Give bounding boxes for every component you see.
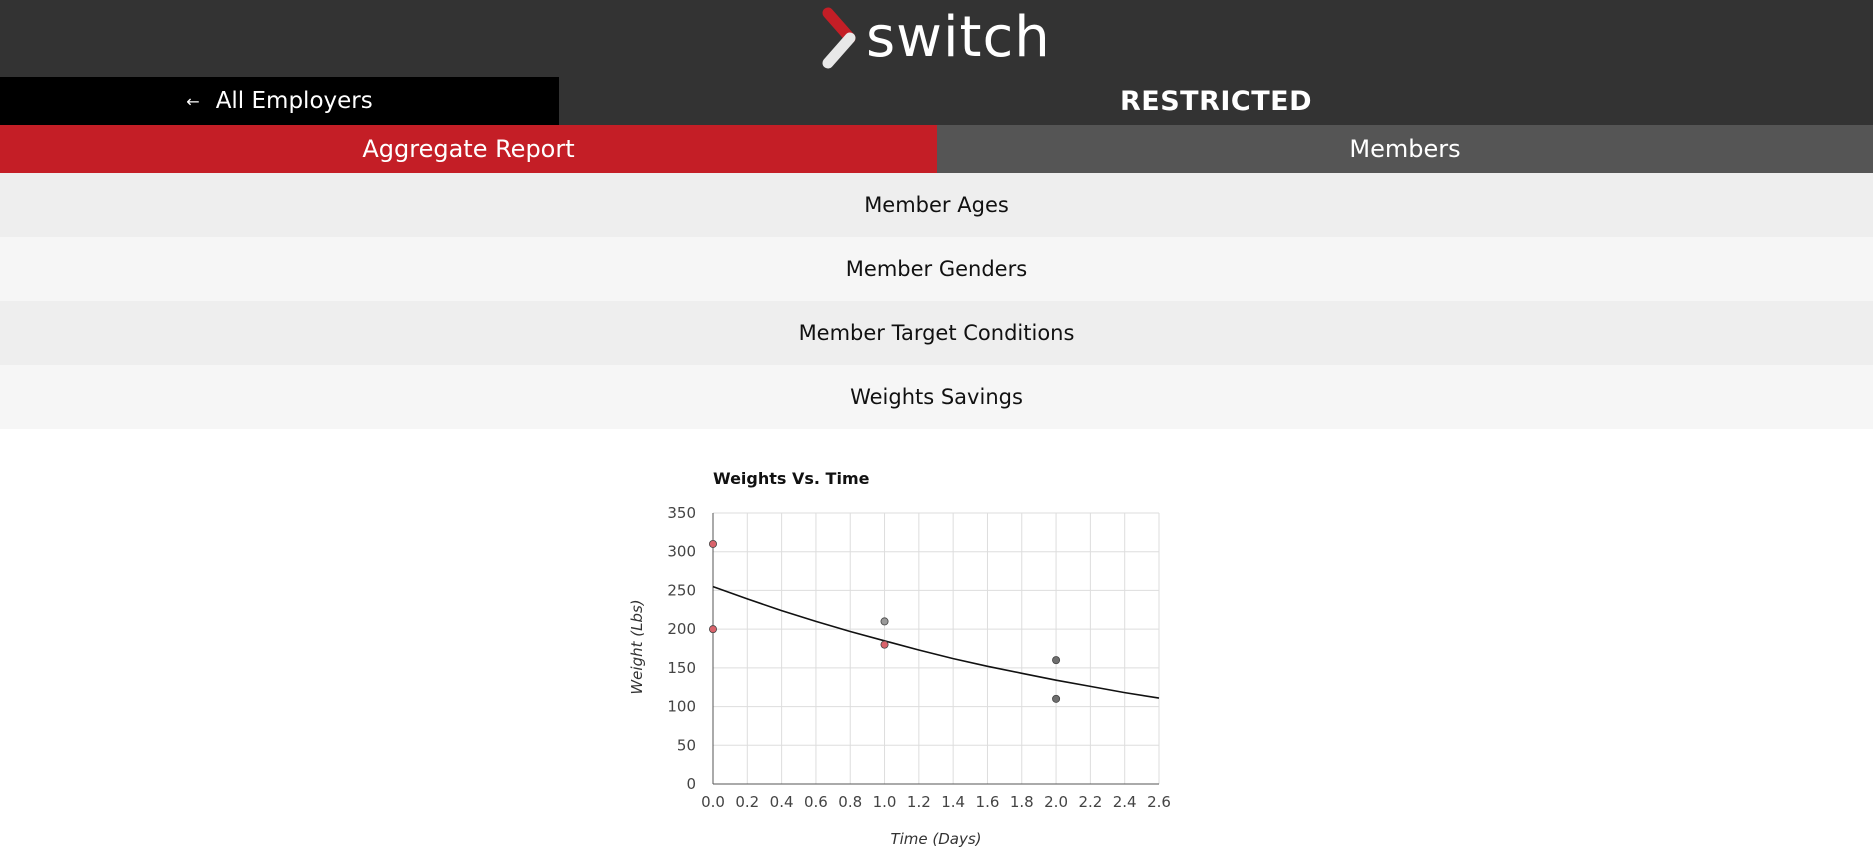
weights-chart: 0 50 100 150 200 250 300 350 0.0 0.2 0.4 0.6 0.8 1.0…: [600, 455, 1200, 863]
chart-title: Weights Vs. Time: [713, 469, 870, 488]
chart-axes: [712, 513, 1159, 785]
all-employers-label: All Employers: [215, 88, 373, 114]
data-point-4[interactable]: [1052, 656, 1061, 665]
x-axis-label: Time (Days): [890, 830, 981, 848]
y-tick-labels: 0 50 100 150 200 250 300 350: [667, 504, 696, 793]
x-tick-labels: 0.0 0.2 0.4 0.6 0.8 1.0 1.2 1.4 1.6 1.8 2.0 2.2 2.4 2…: [701, 793, 1171, 811]
x-tick-label: 0.6: [804, 793, 828, 811]
x-tick-label: 0.8: [838, 793, 862, 811]
x-tick-label: 2.2: [1078, 793, 1102, 811]
x-tick-label: 1.6: [976, 793, 1000, 811]
switch-chevron-icon: [822, 7, 856, 69]
tab-members[interactable]: Members: [937, 125, 1873, 173]
y-tick-label: 150: [667, 659, 696, 677]
x-tick-label: 0.4: [770, 793, 794, 811]
data-point-5[interactable]: [1052, 694, 1061, 703]
chart-grid: [712, 512, 1160, 785]
data-point-1[interactable]: [709, 625, 718, 634]
arrow-left-icon: ←: [186, 91, 200, 111]
x-tick-label: 0.0: [701, 793, 725, 811]
x-tick-label: 1.2: [907, 793, 931, 811]
section-weights-savings[interactable]: Weights Savings: [0, 365, 1873, 429]
x-tick-label: 2.6: [1147, 793, 1171, 811]
x-tick-label: 1.0: [873, 793, 897, 811]
data-point-3[interactable]: [880, 640, 889, 649]
y-tick-label: 300: [667, 543, 696, 561]
x-tick-label: 1.4: [941, 793, 965, 811]
section-member-ages[interactable]: Member Ages: [0, 173, 1873, 237]
app-header: switch: [0, 0, 1873, 77]
x-tick-label: 2.4: [1113, 793, 1137, 811]
x-tick-label: 0.2: [735, 793, 759, 811]
y-tick-label: 350: [667, 504, 696, 522]
data-point-0[interactable]: [709, 539, 718, 548]
y-axis-label: Weight (Lbs): [628, 599, 646, 694]
report-sections: Member Ages Member Genders Member Target…: [0, 173, 1873, 429]
logo-text: switch: [866, 5, 1051, 70]
data-point-2[interactable]: [880, 617, 889, 626]
y-tick-label: 0: [686, 775, 696, 793]
trend-line: [712, 585, 1160, 699]
employer-bar: ← All Employers RESTRICTED: [0, 77, 1873, 125]
switch-logo[interactable]: switch: [820, 6, 1051, 70]
report-tabs: Aggregate Report Members: [0, 125, 1873, 173]
section-member-target-conditions[interactable]: Member Target Conditions: [0, 301, 1873, 365]
all-employers-button[interactable]: ← All Employers: [0, 77, 559, 125]
x-tick-label: 2.0: [1044, 793, 1068, 811]
y-tick-label: 50: [677, 736, 696, 754]
weights-vs-time-chart: 0 50 100 150 200 250 300 350 0.0 0.2 0.4 0.6 0.8 1.0…: [628, 469, 1171, 848]
x-tick-label: 1.8: [1010, 793, 1034, 811]
y-tick-label: 250: [667, 581, 696, 599]
tab-aggregate-report[interactable]: Aggregate Report: [0, 125, 937, 173]
y-tick-label: 100: [667, 698, 696, 716]
section-member-genders[interactable]: Member Genders: [0, 237, 1873, 301]
employer-name: RESTRICTED: [1119, 85, 1313, 117]
y-tick-label: 200: [667, 620, 696, 638]
